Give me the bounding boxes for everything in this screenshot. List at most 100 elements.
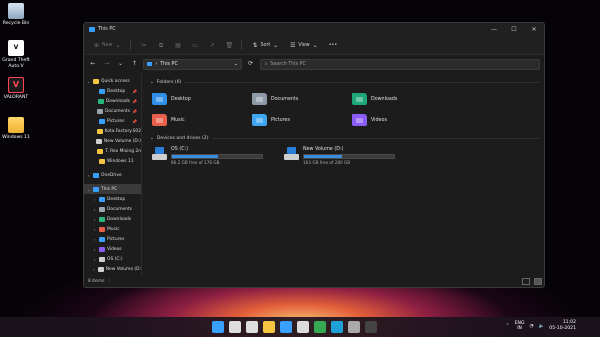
refresh-button[interactable]: ⟳ [246, 59, 256, 69]
search-icon[interactable] [229, 321, 241, 333]
store-icon[interactable] [297, 321, 309, 333]
drive-tile[interactable]: New Volume (D:) 163 GB free of 280 GB [284, 147, 396, 165]
widgets-icon[interactable] [280, 321, 292, 333]
close-button[interactable]: ✕ [524, 23, 544, 36]
folders-section-header[interactable]: ⌄ Folders (6) [150, 78, 544, 86]
input-language-indicator[interactable]: ENG IN [515, 321, 525, 332]
chevron-down-icon: ⌄ [150, 79, 154, 85]
new-button[interactable]: ⊕ New ⌄ [90, 39, 124, 51]
title-bar[interactable]: This PC — ☐ ✕ [84, 23, 544, 36]
delete-button[interactable]: 🗑 [222, 39, 235, 51]
chevron-icon[interactable]: › [86, 173, 91, 178]
sidebar-item[interactable]: Windows 11 [84, 156, 141, 166]
folder-tile[interactable]: Downloads [352, 91, 452, 107]
recent-locations-button[interactable]: ⌄ [116, 59, 126, 69]
desktop-icon-gta-v[interactable]: V Grand Theft Auto V [1, 40, 31, 69]
gta-v-icon: V [8, 40, 24, 56]
up-button[interactable]: ↑ [129, 59, 139, 69]
settings-icon[interactable] [348, 321, 360, 333]
sidebar-item-label: Downloads [105, 98, 131, 104]
back-button[interactable]: ← [88, 59, 98, 69]
desktop-icon-windows-11[interactable]: Windows 11 [1, 117, 31, 141]
folder-icon [352, 93, 367, 105]
edge-icon[interactable] [331, 321, 343, 333]
folder-tile[interactable]: Documents [252, 91, 352, 107]
chevron-icon[interactable]: › [92, 217, 97, 222]
show-hidden-icons-button[interactable]: ⌃ [505, 323, 509, 329]
sidebar-item[interactable]: › Videos [84, 244, 141, 254]
divider [211, 137, 540, 139]
chevron-icon[interactable]: › [92, 207, 97, 212]
chevron-icon[interactable]: › [92, 257, 97, 262]
sidebar-item[interactable]: › Documents [84, 204, 141, 214]
nav-item-icon [97, 98, 104, 104]
sidebar-item[interactable]: ⌄ This PC [84, 184, 141, 194]
breadcrumb-chevron: › [155, 61, 158, 67]
folder-tile[interactable]: Music [152, 112, 252, 128]
desktop-icon-valorant[interactable]: V VALORANT [1, 77, 31, 101]
folder-tile[interactable]: Desktop [152, 91, 252, 107]
breadcrumb[interactable]: This PC [160, 62, 231, 67]
file-explorer-icon[interactable] [263, 321, 275, 333]
forward-button[interactable]: → [102, 59, 112, 69]
sidebar-item[interactable]: Downloads 📌 [84, 96, 141, 106]
wifi-icon[interactable]: ◔ [530, 324, 534, 329]
large-icons-view-button[interactable] [534, 277, 542, 285]
date-text: 05-10-2021 [549, 326, 576, 331]
maximize-button[interactable]: ☐ [504, 23, 524, 36]
view-button[interactable]: ☰ View ⌄ [286, 39, 321, 51]
sidebar-item[interactable]: › Downloads [84, 214, 141, 224]
chevron-icon[interactable]: ⌄ [86, 79, 91, 84]
desktop-icon-recycle-bin[interactable]: Recycle Bin [1, 3, 31, 27]
chevron-icon[interactable]: › [92, 197, 97, 202]
more-options-button[interactable]: ••• [326, 39, 341, 51]
sidebar-item[interactable]: Documents 📌 [84, 106, 141, 116]
sidebar-item[interactable]: › OneDrive [84, 170, 141, 180]
rename-button[interactable]: ▭ [188, 39, 201, 51]
chevron-icon[interactable]: › [92, 267, 96, 272]
sidebar-item[interactable]: › New Volume (D: [84, 264, 141, 274]
volume-icon[interactable]: 🔈 [539, 324, 545, 329]
chevron-icon[interactable]: › [92, 227, 97, 232]
address-bar[interactable]: › This PC ⌄ [143, 58, 242, 70]
sidebar-item[interactable]: Pictures 📌 [84, 116, 141, 126]
folder-tile[interactable]: Videos [352, 112, 452, 128]
divider [184, 81, 540, 83]
folder-label: Desktop [171, 96, 191, 102]
drive-tile[interactable]: OS (C:) 86.2 GB free of 176 GB [152, 147, 264, 165]
chrome-icon[interactable] [314, 321, 326, 333]
chevron-icon[interactable]: › [92, 247, 97, 252]
sidebar-item[interactable]: › Pictures [84, 234, 141, 244]
folder-tile[interactable]: Pictures [252, 112, 352, 128]
chevron-icon[interactable]: › [92, 237, 97, 242]
sidebar-item[interactable]: New Volume (D:) [84, 136, 141, 146]
sidebar-item[interactable]: ⌄ Quick access [84, 76, 141, 86]
drives-list: OS (C:) 86.2 GB free of 176 GB New Volume … [152, 147, 544, 165]
sort-button[interactable]: ⇅ Sort ⌄ [248, 39, 282, 51]
drives-section-header[interactable]: ⌄ Devices and drives (2) [150, 134, 544, 142]
copy-button[interactable]: ⧉ [154, 39, 167, 51]
folder-label: Videos [371, 117, 387, 123]
sidebar-item[interactable]: › OS (C:) [84, 254, 141, 264]
terminal-icon[interactable] [365, 321, 377, 333]
pin-icon: 📌 [132, 98, 137, 104]
cut-button[interactable]: ✂ [137, 39, 150, 51]
sidebar-item-label: New Volume (D: [105, 266, 141, 272]
paste-button[interactable]: ▤ [171, 39, 184, 51]
sidebar-item[interactable]: Desktop 📌 [84, 86, 141, 96]
share-button[interactable]: ↗ [205, 39, 218, 51]
sidebar-item[interactable]: › Music [84, 224, 141, 234]
start-icon[interactable] [212, 321, 224, 333]
task-view-icon[interactable] [246, 321, 258, 333]
chevron-icon[interactable]: ⌄ [86, 187, 91, 192]
search-input[interactable]: ⌕ Search This PC [259, 58, 540, 70]
sidebar-item[interactable]: T. Rex Mixing 2n [84, 146, 141, 156]
clock[interactable]: 11:02 05-10-2021 [549, 320, 576, 332]
chevron-down-icon[interactable]: ⌄ [234, 62, 238, 67]
address-row: ← → ⌄ ↑ › This PC ⌄ ⟳ ⌕ Search This PC [84, 55, 544, 73]
sidebar-item[interactable]: › Desktop [84, 194, 141, 204]
sidebar-item[interactable]: Kota.Factory.S02 [84, 126, 141, 136]
this-pc-icon [89, 27, 95, 32]
details-view-button[interactable] [522, 277, 530, 285]
minimize-button[interactable]: — [484, 23, 504, 36]
